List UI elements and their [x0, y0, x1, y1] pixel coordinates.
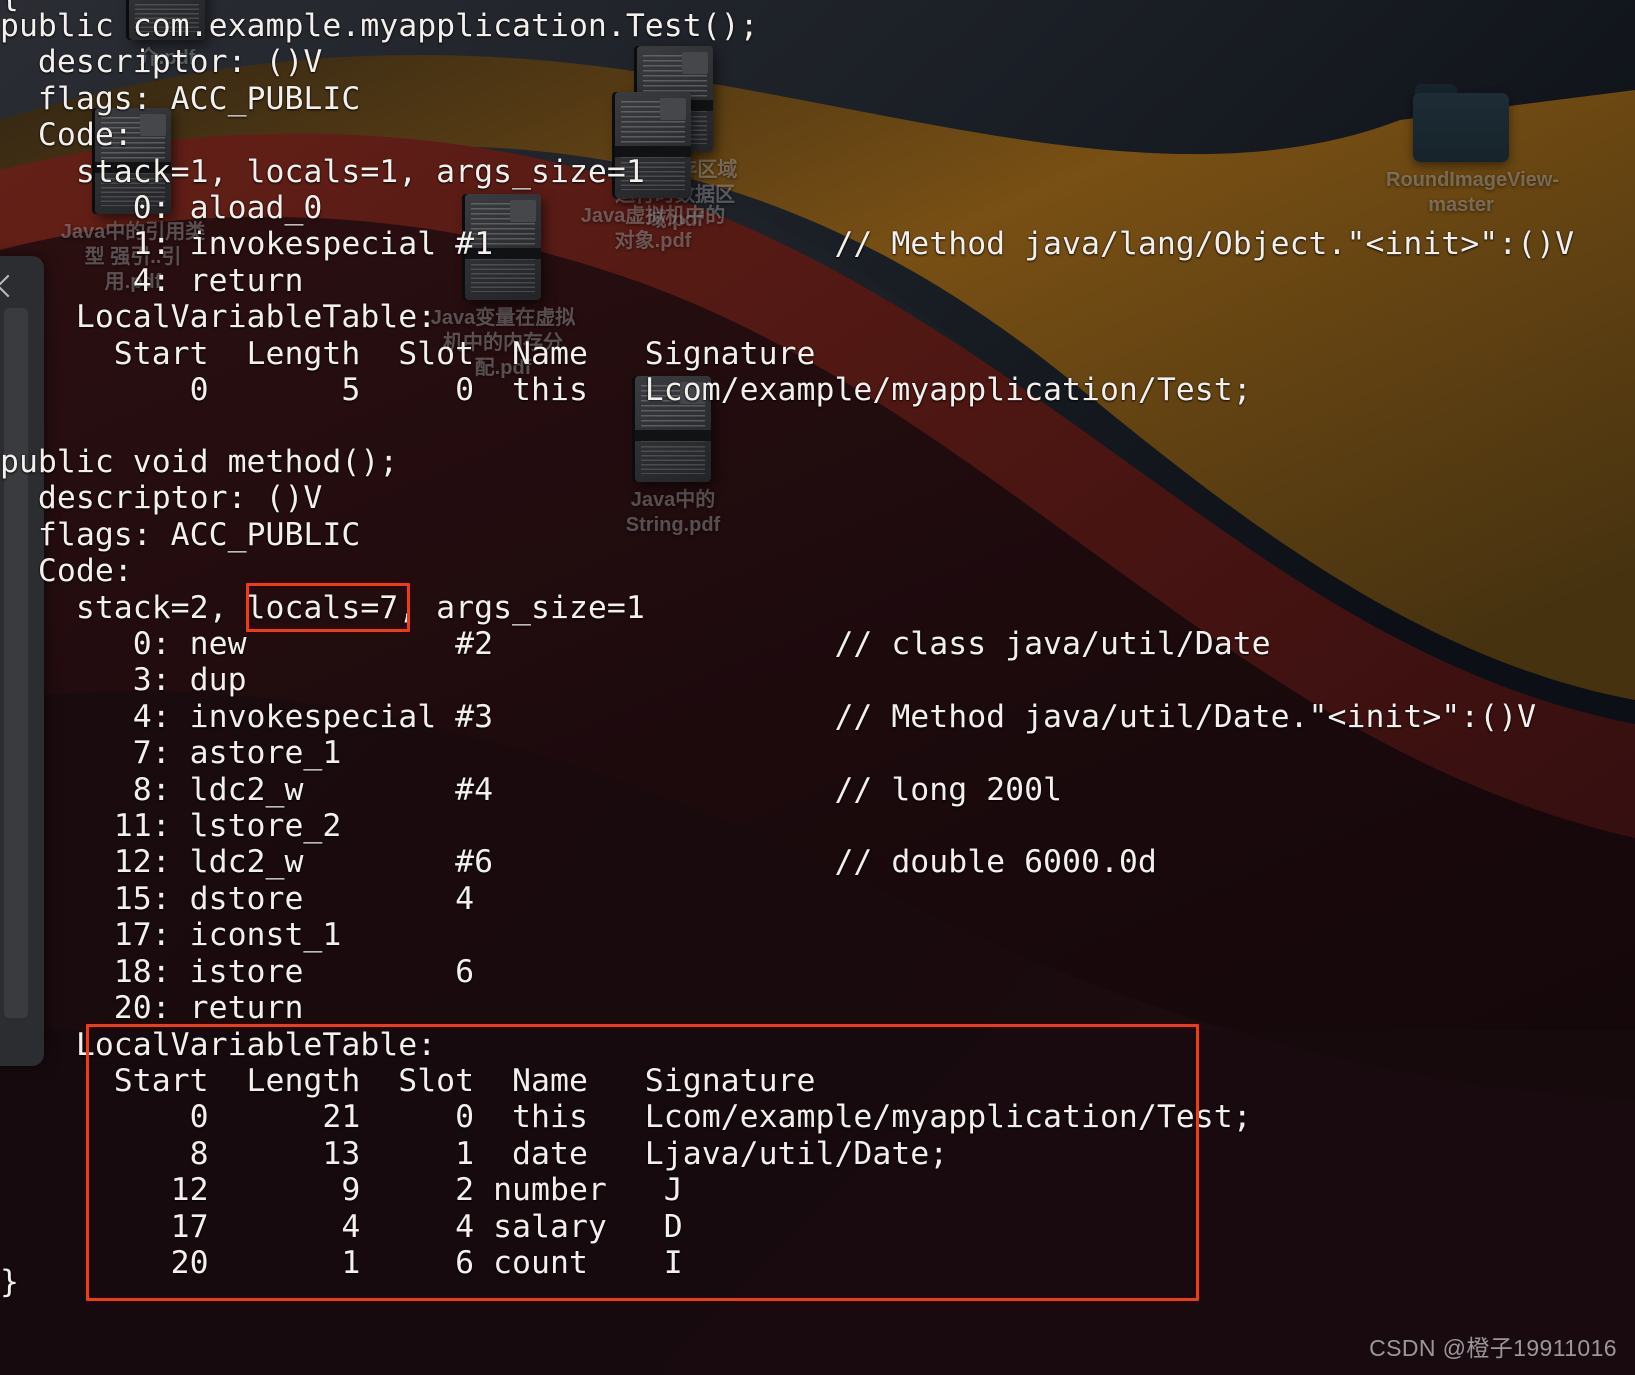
csdn-watermark: CSDN @橙子19911016: [1369, 1335, 1617, 1361]
constructor-bytecode-block: public com.example.myapplication.Test();…: [0, 8, 1575, 409]
method-bytecode-block: public void method(); descriptor: ()V fl…: [0, 444, 1537, 1281]
terminal-output[interactable]: { public com.example.myapplication.Test(…: [0, 0, 1635, 1375]
brace-close: }: [0, 1264, 19, 1300]
